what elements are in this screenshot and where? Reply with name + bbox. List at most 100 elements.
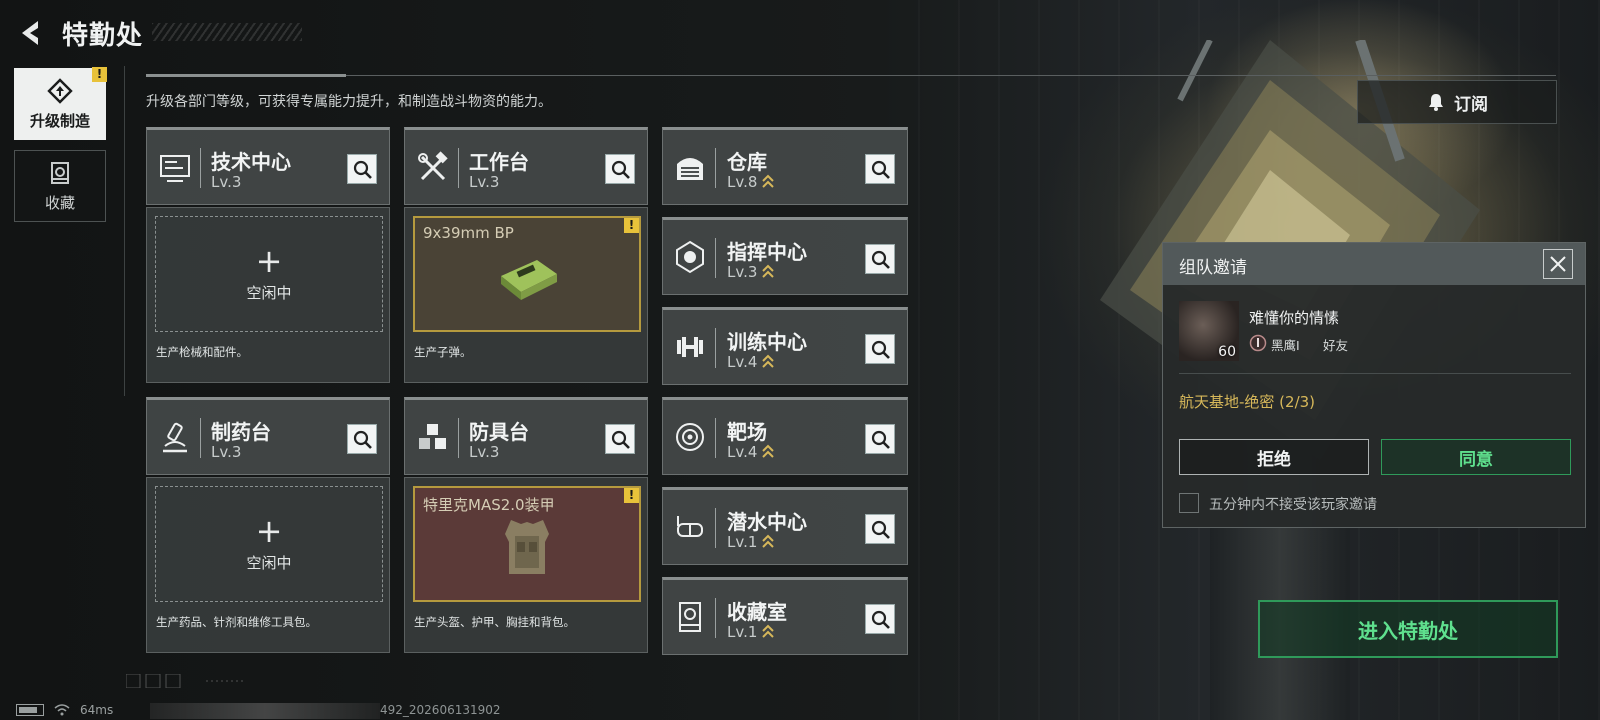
upgrade-arrow-icon xyxy=(762,624,774,638)
separator xyxy=(458,148,459,188)
collection-room-icon xyxy=(679,602,701,632)
warehouse-icon xyxy=(677,158,703,180)
production-slot[interactable]: + 空闲中 xyxy=(155,486,383,602)
facility-card-warehouse[interactable]: 仓库 Lv.8 xyxy=(662,127,908,205)
upgrade-arrow-icon xyxy=(762,174,774,188)
ping-value: 64ms xyxy=(80,703,114,717)
facility-level: Lv.3 xyxy=(211,443,242,461)
production-panel: + 空闲中 生产枪械和配件。 xyxy=(146,207,390,383)
separator xyxy=(715,148,716,188)
back-arrow-icon[interactable] xyxy=(16,18,46,48)
search-icon xyxy=(871,250,890,269)
mute-invite-label: 五分钟内不接受该玩家邀请 xyxy=(1209,497,1377,513)
avatar[interactable]: 60 xyxy=(1179,301,1239,361)
search-icon xyxy=(871,160,890,179)
mute-invite-checkbox[interactable] xyxy=(1179,493,1199,513)
production-slot[interactable]: + 空闲中 xyxy=(155,216,383,332)
facility-card-workbench[interactable]: 工作台 Lv.3 xyxy=(404,127,648,205)
inspect-button[interactable] xyxy=(605,154,635,184)
upgrade-arrow-icon xyxy=(762,444,774,458)
facility-level: Lv.4 xyxy=(727,353,758,371)
separator xyxy=(200,148,201,188)
facility-card-training-center[interactable]: 训练中心 Lv.4 xyxy=(662,307,908,385)
warning-badge: ! xyxy=(92,67,107,82)
page-title: 特勤处 xyxy=(62,21,144,51)
rank-badge-icon xyxy=(1249,334,1267,352)
corner-decoration xyxy=(126,674,246,688)
facility-name: 训练中心 xyxy=(727,330,807,354)
upgrade-craft-icon xyxy=(47,77,73,104)
session-id: 492_202606131902 xyxy=(380,703,501,717)
dialog-title: 组队邀请 xyxy=(1179,258,1247,278)
inspect-button[interactable] xyxy=(865,154,895,184)
facility-card-armor-bench[interactable]: 防具台 Lv.3 xyxy=(404,397,648,475)
ammo-box-icon xyxy=(501,260,557,300)
facility-card-command-center[interactable]: 指挥中心 Lv.3 xyxy=(662,217,908,295)
inspect-button[interactable] xyxy=(347,424,377,454)
inspect-button[interactable] xyxy=(347,154,377,184)
tech-center-icon xyxy=(160,155,190,182)
facility-name: 潜水中心 xyxy=(727,510,807,534)
production-panel: + 空闲中 生产药品、针剂和维修工具包。 xyxy=(146,477,390,653)
inspect-button[interactable] xyxy=(865,334,895,364)
player-rank: 黑鹰I xyxy=(1271,338,1300,353)
search-icon xyxy=(611,160,630,179)
enter-special-ops-button[interactable]: 进入特勤处 xyxy=(1258,600,1558,658)
inspect-button[interactable] xyxy=(865,424,895,454)
diving-center-icon xyxy=(677,516,703,537)
dialog-header: 组队邀请 xyxy=(1163,243,1585,285)
obscured-id xyxy=(150,703,380,719)
inspect-button[interactable] xyxy=(865,514,895,544)
inspect-button[interactable] xyxy=(605,424,635,454)
workbench-icon xyxy=(418,151,448,181)
production-panel: 特里克MAS2.0装甲 ! 生产头盔、护甲、胸挂和背包。 xyxy=(404,477,648,653)
facility-card-collection-room[interactable]: 收藏室 Lv.1 xyxy=(662,577,908,655)
search-icon xyxy=(871,340,890,359)
inspect-button[interactable] xyxy=(865,604,895,634)
item-name: 特里克MAS2.0装甲 xyxy=(423,496,555,514)
upgrade-arrow-icon xyxy=(762,534,774,548)
refuse-button[interactable]: 拒绝 xyxy=(1179,439,1369,475)
facility-card-tech-center[interactable]: 技术中心 Lv.3 xyxy=(146,127,390,205)
separator xyxy=(715,508,716,548)
training-center-icon xyxy=(677,337,703,357)
facility-level: Lv.1 xyxy=(727,533,758,551)
facility-name: 靶场 xyxy=(727,420,767,444)
search-icon xyxy=(871,610,890,629)
facility-level: Lv.8 xyxy=(727,173,758,191)
divider xyxy=(124,66,125,396)
bell-icon xyxy=(1429,94,1443,111)
tab-collection[interactable]: 收藏 xyxy=(14,150,106,222)
facility-name: 收藏室 xyxy=(727,600,787,624)
close-button[interactable] xyxy=(1543,249,1573,279)
facility-description: 生产头盔、护甲、胸挂和背包。 xyxy=(414,615,575,629)
warning-badge: ! xyxy=(624,218,639,233)
subscribe-button[interactable]: 订阅 xyxy=(1357,80,1557,124)
facility-description: 生产枪械和配件。 xyxy=(156,345,248,359)
facility-card-diving-center[interactable]: 潜水中心 Lv.1 xyxy=(662,487,908,565)
facility-level: Lv.3 xyxy=(469,173,500,191)
search-icon xyxy=(353,430,372,449)
close-icon xyxy=(1550,256,1566,272)
separator xyxy=(715,418,716,458)
tab-upgrade-craft[interactable]: 升级制造 ! xyxy=(14,67,107,140)
separator xyxy=(715,598,716,638)
facility-card-pharmacy[interactable]: 制药台 Lv.3 xyxy=(146,397,390,475)
inspect-button[interactable] xyxy=(865,244,895,274)
facility-card-shooting-range[interactable]: 靶场 Lv.4 xyxy=(662,397,908,475)
production-slot[interactable]: 9x39mm BP ! xyxy=(413,216,641,332)
accept-button[interactable]: 同意 xyxy=(1381,439,1571,475)
facility-description: 生产药品、针剂和维修工具包。 xyxy=(156,615,317,629)
subscribe-label: 订阅 xyxy=(1454,94,1488,115)
divider xyxy=(146,74,1556,77)
upgrade-arrow-icon xyxy=(762,354,774,368)
team-invite-dialog: 组队邀请 60 难懂你的情愫 黑鹰I 好友 航天基地-绝密 (2/3) 拒绝 同… xyxy=(1162,242,1586,528)
slot-status: 空闲中 xyxy=(246,553,292,572)
separator xyxy=(200,418,201,458)
production-slot[interactable]: 特里克MAS2.0装甲 ! xyxy=(413,486,641,602)
facility-level: Lv.1 xyxy=(727,623,758,641)
wifi-icon xyxy=(54,704,70,716)
facility-name: 防具台 xyxy=(469,420,529,444)
collection-icon xyxy=(51,161,69,184)
shooting-range-icon xyxy=(676,423,704,451)
